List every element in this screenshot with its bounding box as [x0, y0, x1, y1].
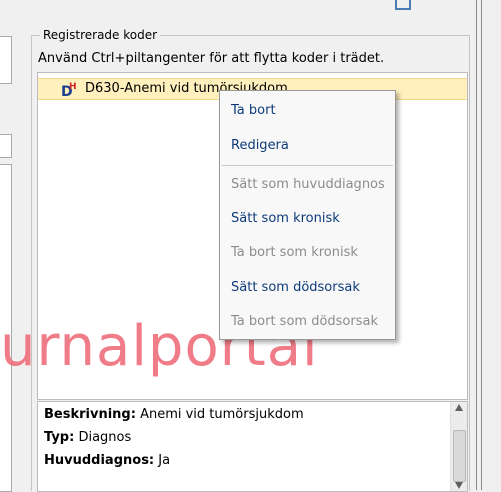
- context-menu: Ta bort Redigera Sätt som huvuddiagnos S…: [219, 90, 396, 340]
- detail-panel: Beskrivning: Anemi vid tumörsjukdom Typ:…: [37, 401, 468, 492]
- menu-item-set-cause-of-death[interactable]: Sätt som dödsorsak: [220, 272, 395, 304]
- detail-description-label: Beskrivning:: [44, 407, 136, 422]
- detail-type-label: Typ:: [44, 430, 75, 445]
- left-panel-field[interactable]: [0, 134, 12, 158]
- detail-scrollbar[interactable]: [450, 402, 467, 491]
- detail-description-value: Anemi vid tumörsjukdom: [140, 407, 304, 422]
- left-pane: [0, 0, 22, 492]
- menu-item-remove-cause-of-death: Ta bort som dödsorsak: [231, 314, 378, 329]
- menu-item-edit[interactable]: Redigera: [220, 130, 395, 162]
- left-panel-field[interactable]: [0, 36, 12, 84]
- scroll-down-arrow-icon[interactable]: [455, 482, 463, 489]
- scroll-up-arrow-icon[interactable]: [455, 404, 463, 411]
- menu-item-set-main-diagnosis: Sätt som huvuddiagnos: [231, 177, 385, 192]
- menu-item-set-chronic[interactable]: Sätt som kronisk: [220, 203, 395, 235]
- right-pane-edge: [476, 0, 501, 490]
- splitter-line[interactable]: [481, 0, 482, 490]
- detail-main-diagnosis: Huvuddiagnos: Ja: [44, 453, 170, 468]
- menu-item-remove[interactable]: Ta bort: [220, 95, 395, 127]
- window-control-icon[interactable]: [395, 0, 411, 10]
- menu-item-remove-chronic: Ta bort som kronisk: [231, 245, 358, 260]
- detail-main-diagnosis-value: Ja: [158, 453, 171, 468]
- menu-separator: [222, 165, 393, 166]
- splitter-line[interactable]: [476, 0, 477, 490]
- detail-description: Beskrivning: Anemi vid tumörsjukdom: [44, 407, 304, 422]
- hint-text: Använd Ctrl+piltangenter för att flytta …: [38, 51, 385, 66]
- scroll-thumb[interactable]: [453, 430, 466, 482]
- groupbox-legend: Registrerade koder: [40, 28, 161, 42]
- diagnosis-dh-icon: DH: [61, 82, 77, 100]
- detail-type-value: Diagnos: [78, 430, 132, 445]
- detail-main-diagnosis-label: Huvuddiagnos:: [44, 453, 155, 468]
- detail-type: Typ: Diagnos: [44, 430, 131, 445]
